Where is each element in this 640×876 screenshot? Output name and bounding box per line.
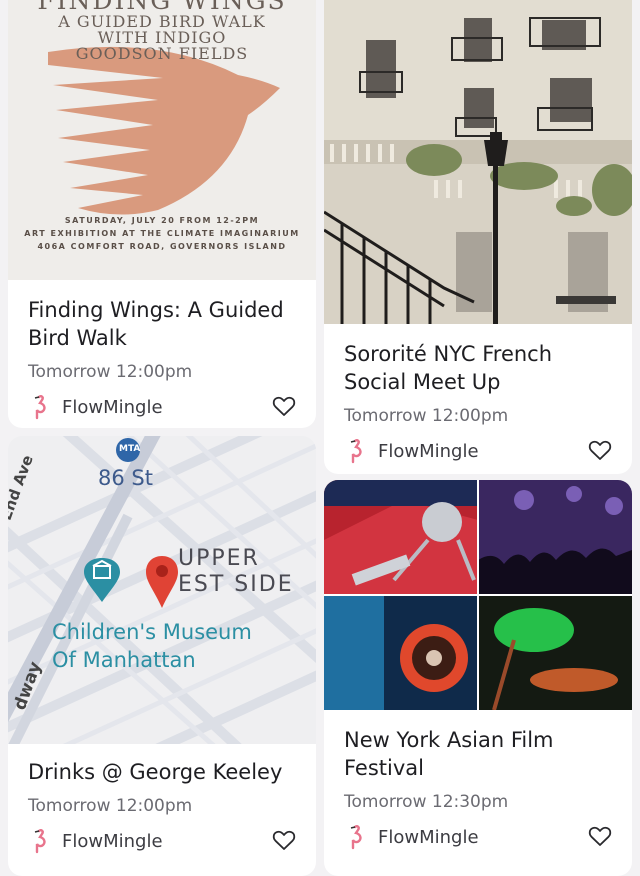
event-info: Drinks @ George Keeley Tomorrow 12:00pm … <box>28 758 296 854</box>
organizer: FlowMingle <box>344 438 612 464</box>
event-photo-building <box>324 0 632 324</box>
event-card-drinks-george-keeley[interactable]: MTA 86 St est End Ave UPPER EST SIDE Chi… <box>8 436 316 876</box>
event-card-asian-film-festival[interactable]: New York Asian Film Festival Tomorrow 12… <box>324 480 632 876</box>
event-poster-image: FINDING WINGS A GUIDED BIRD WALK WITH IN… <box>8 0 316 280</box>
organizer: FlowMingle <box>28 828 296 854</box>
heart-icon[interactable] <box>588 825 612 847</box>
location-pin-icon <box>146 556 178 608</box>
museum-pin-icon <box>84 558 120 602</box>
heart-icon[interactable] <box>272 395 296 417</box>
event-time: Tomorrow 12:00pm <box>344 406 509 426</box>
subway-badge-label: MTA <box>119 444 141 454</box>
flamingo-icon <box>350 825 362 850</box>
map-label-museum-1: Children's Museum <box>52 620 252 644</box>
event-info: Finding Wings: A Guided Bird Walk Tomorr… <box>28 296 296 420</box>
event-title[interactable]: Drinks @ George Keeley <box>28 758 296 786</box>
event-photo-collage <box>324 480 632 710</box>
event-info: New York Asian Film Festival Tomorrow 12… <box>344 726 612 850</box>
event-time: Tomorrow 12:00pm <box>28 796 193 816</box>
event-title[interactable]: Finding Wings: A Guided Bird Walk <box>28 296 296 352</box>
event-card-finding-wings[interactable]: FINDING WINGS A GUIDED BIRD WALK WITH IN… <box>8 0 316 428</box>
event-info: Sororité NYC French Social Meet Up Tomor… <box>344 340 612 464</box>
poster-address: 406A COMFORT ROAD, GOVERNORS ISLAND <box>37 242 287 251</box>
organizer: FlowMingle <box>344 824 612 850</box>
film-collage-photo <box>324 480 632 710</box>
flamingo-icon <box>34 829 46 854</box>
heart-icon[interactable] <box>588 439 612 461</box>
event-title[interactable]: Sororité NYC French Social Meet Up <box>344 340 612 396</box>
poster-subtitle-3: GOODSON FIELDS <box>75 44 249 63</box>
event-card-sororite[interactable]: Sororité NYC French Social Meet Up Tomor… <box>324 0 632 474</box>
organizer-name[interactable]: FlowMingle <box>62 397 163 418</box>
poster-venue: ART EXHIBITION AT THE CLIMATE IMAGINARIU… <box>24 229 300 238</box>
flamingo-icon <box>34 395 46 420</box>
heart-icon[interactable] <box>272 829 296 851</box>
map-label-86-st: 86 St <box>98 466 153 490</box>
event-time: Tomorrow 12:00pm <box>28 362 193 382</box>
event-time: Tomorrow 12:30pm <box>344 792 509 812</box>
map-label-west-side: EST SIDE <box>178 572 294 597</box>
building-photo <box>324 0 632 324</box>
map-label-upper: UPPER <box>178 546 260 571</box>
organizer: FlowMingle <box>28 394 296 420</box>
flamingo-icon <box>350 439 362 464</box>
organizer-name[interactable]: FlowMingle <box>378 441 479 462</box>
organizer-name[interactable]: FlowMingle <box>378 827 479 848</box>
event-title[interactable]: New York Asian Film Festival <box>344 726 612 782</box>
poster-date: SATURDAY, JULY 20 FROM 12-2PM <box>64 216 260 225</box>
event-map-image: MTA 86 St est End Ave UPPER EST SIDE Chi… <box>8 436 316 744</box>
organizer-name[interactable]: FlowMingle <box>62 831 163 852</box>
map-label-museum-2: Of Manhattan <box>52 648 196 672</box>
